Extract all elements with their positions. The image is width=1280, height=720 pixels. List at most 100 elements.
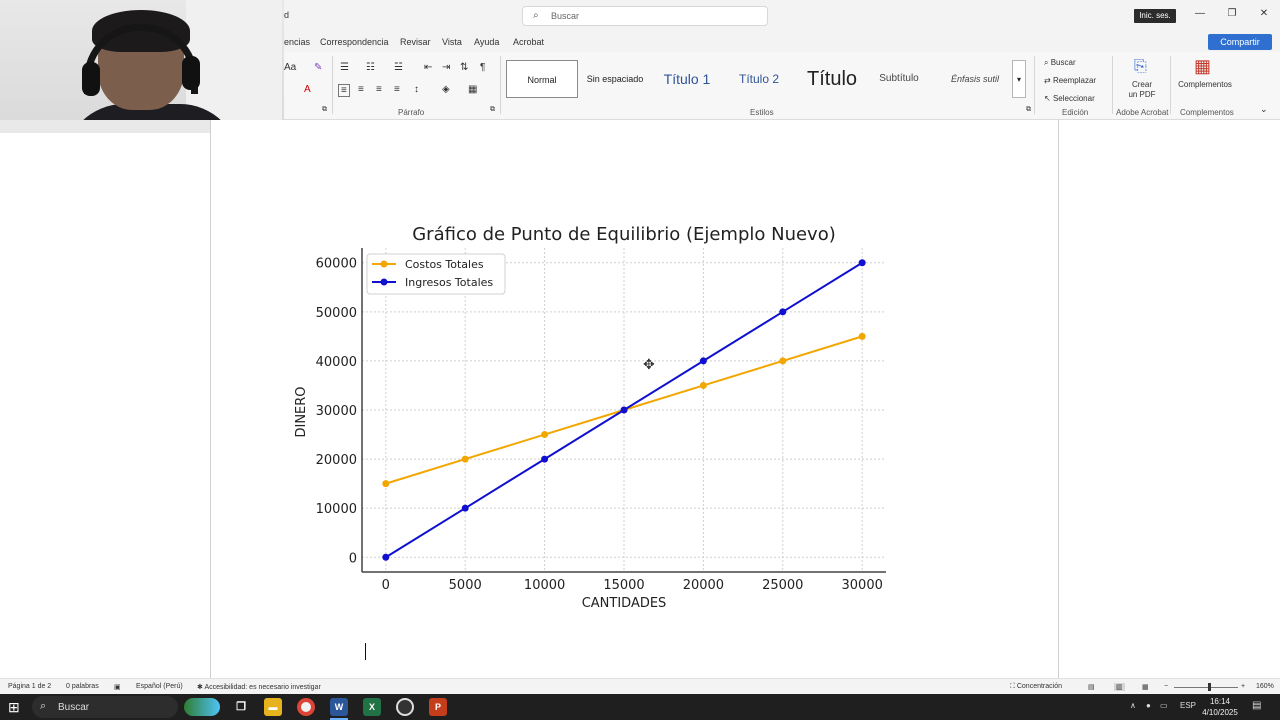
x-tick-label: 5000	[449, 578, 482, 593]
legend-marker-1	[380, 278, 388, 286]
chrome-icon[interactable]	[297, 698, 315, 716]
zoom-slider-thumb[interactable]	[1208, 683, 1211, 691]
select-button[interactable]: ↖ Seleccionar	[1044, 94, 1095, 103]
styles-launcher-icon[interactable]: ⧉	[1026, 106, 1031, 114]
word-icon[interactable]: W	[330, 698, 348, 716]
focus-label: Concentración	[1016, 683, 1062, 690]
change-case-button[interactable]: Aa	[284, 62, 296, 73]
break-even-chart[interactable]: Gráfico de Punto de Equilibrio (Ejemplo …	[280, 210, 900, 620]
data-point-0	[541, 431, 549, 439]
separator	[1034, 56, 1035, 114]
style-normal[interactable]: Normal	[506, 60, 578, 98]
addins-button[interactable]: Complementos	[1176, 80, 1234, 89]
separator	[1112, 56, 1113, 114]
create-pdf-button[interactable]: Crear un PDF	[1122, 80, 1162, 100]
chart-title: Gráfico de Punto de Equilibrio (Ejemplo …	[412, 224, 836, 245]
language-indicator[interactable]: Español (Perú)	[136, 683, 183, 690]
find-button[interactable]: ⌕ Buscar	[1044, 58, 1076, 68]
file-explorer-icon[interactable]: ▬	[264, 698, 282, 716]
close-button[interactable]: ✕	[1254, 8, 1274, 19]
page-count[interactable]: Página 1 de 2	[8, 683, 51, 690]
chart-legend: Costos Totales Ingresos Totales	[366, 253, 506, 295]
zoom-slider[interactable]	[1174, 687, 1238, 688]
canvas-margin-left	[0, 133, 210, 678]
align-center-icon[interactable]: ≡	[358, 84, 364, 95]
data-point-1	[382, 553, 390, 561]
bullets-icon[interactable]: ☰	[340, 62, 349, 73]
style-title[interactable]: Título	[796, 60, 868, 98]
read-mode-icon[interactable]: ▤	[1088, 683, 1095, 691]
style-heading-2[interactable]: Título 2	[726, 60, 792, 98]
y-tick-label: 10000	[316, 502, 357, 517]
share-button[interactable]: Compartir	[1208, 34, 1272, 50]
paragraph-launcher-icon[interactable]: ⧉	[490, 106, 495, 114]
network-icon[interactable]: ▭	[1160, 701, 1168, 710]
align-right-icon[interactable]: ≡	[376, 84, 382, 95]
style-no-spacing[interactable]: Sin espaciado	[582, 60, 648, 98]
font-launcher-icon[interactable]: ⧉	[322, 106, 327, 114]
show-marks-icon[interactable]: ¶	[480, 62, 485, 73]
task-view-icon[interactable]: ❐	[232, 698, 250, 716]
multilevel-list-icon[interactable]: ☱	[394, 62, 403, 73]
search-input[interactable]: ⌕ Buscar	[522, 6, 768, 26]
styles-more-button[interactable]: ▾	[1012, 60, 1026, 98]
widgets-icon[interactable]	[184, 698, 220, 716]
font-color-icon[interactable]: A	[304, 84, 311, 95]
microphone-icon[interactable]: ●	[1146, 701, 1151, 710]
powerpoint-icon[interactable]: P	[429, 698, 447, 716]
increase-indent-icon[interactable]: ⇥	[442, 62, 450, 73]
web-layout-icon[interactable]: ▦	[1142, 683, 1149, 691]
style-subtle-emphasis[interactable]: Énfasis sutil	[940, 60, 1010, 98]
print-layout-icon[interactable]: ▥	[1114, 683, 1125, 691]
clear-format-icon[interactable]: ✎	[314, 62, 322, 73]
notifications-icon[interactable]: ▤	[1252, 700, 1261, 711]
style-heading-1[interactable]: Título 1	[654, 60, 720, 98]
tray-overflow-icon[interactable]: ∧	[1130, 701, 1136, 710]
tab-review[interactable]: Revisar	[400, 37, 431, 47]
proofing-icon[interactable]: ▣	[114, 683, 121, 691]
document-name: d	[284, 10, 290, 20]
tab-references[interactable]: encias	[284, 37, 310, 47]
x-tick-label: 30000	[842, 578, 883, 593]
sort-icon[interactable]: ⇅	[460, 62, 468, 73]
separator	[332, 56, 333, 114]
decrease-indent-icon[interactable]: ⇤	[424, 62, 432, 73]
zoom-out-button[interactable]: −	[1164, 683, 1168, 690]
align-left-icon[interactable]: ≡	[338, 84, 350, 97]
y-tick-label: 60000	[316, 257, 357, 272]
replace-button[interactable]: ⇄ Reemplazar	[1044, 76, 1096, 85]
shading-icon[interactable]: ◈	[442, 84, 450, 95]
taskbar-search[interactable]: ⌕ Buscar	[32, 696, 178, 718]
create-pdf-icon[interactable]: ⎘	[1134, 58, 1147, 76]
line-spacing-icon[interactable]: ↕	[414, 84, 419, 95]
focus-mode-button[interactable]: ⛶ Concentración	[1010, 683, 1062, 691]
data-point-0	[858, 332, 866, 340]
borders-icon[interactable]: ▦	[468, 84, 477, 95]
addins-icon[interactable]: ▦	[1194, 56, 1211, 77]
zoom-level[interactable]: 160%	[1256, 683, 1274, 690]
tab-view[interactable]: Vista	[442, 37, 462, 47]
zoom-in-button[interactable]: +	[1241, 683, 1245, 690]
x-tick-label: 0	[382, 578, 390, 593]
x-axis-label: CANTIDADES	[582, 596, 667, 611]
numbering-icon[interactable]: ☷	[366, 62, 375, 73]
focus-icon: ⛶	[1010, 683, 1017, 690]
word-count[interactable]: 0 palabras	[66, 683, 99, 690]
data-point-1	[541, 455, 549, 463]
excel-icon[interactable]: X	[363, 698, 381, 716]
justify-icon[interactable]: ≡	[394, 84, 400, 95]
windows-start-icon[interactable]: ⊞	[8, 699, 20, 716]
tab-acrobat[interactable]: Acrobat	[513, 37, 544, 47]
restore-button[interactable]: ❐	[1222, 8, 1242, 19]
accessibility-status[interactable]: ✱ Accesibilidad: es necesario investigar	[197, 683, 321, 691]
clock[interactable]: 16:14 4/10/2025	[1198, 696, 1242, 718]
collapse-ribbon-icon[interactable]: ⌄	[1260, 104, 1268, 115]
sign-in-button[interactable]: Inic. ses.	[1134, 9, 1176, 23]
tab-help[interactable]: Ayuda	[474, 37, 499, 47]
tab-mailings[interactable]: Correspondencia	[320, 37, 389, 47]
data-point-1	[858, 259, 866, 267]
language-indicator[interactable]: ESP	[1180, 701, 1196, 710]
obs-icon[interactable]	[396, 698, 414, 716]
minimize-button[interactable]: —	[1190, 8, 1210, 19]
style-subtitle[interactable]: Subtítulo	[868, 60, 930, 98]
